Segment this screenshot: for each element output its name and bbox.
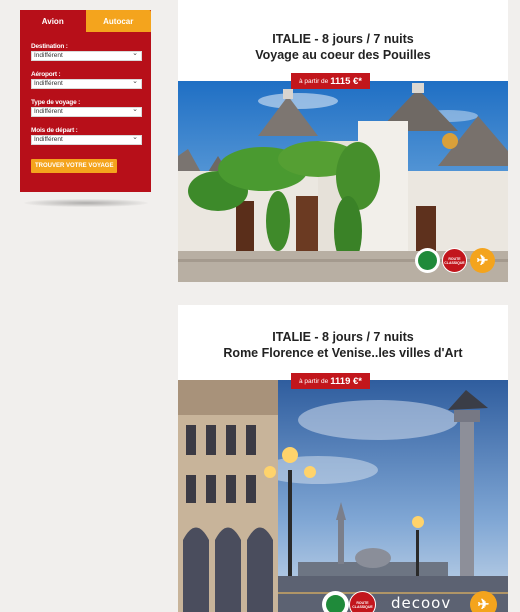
offer-card-pouilles[interactable]: ITALIE - 8 jours / 7 nuits Voyage au coe… [178,0,508,282]
offer-title-line2: Rome Florence et Venise..les villes d'Ar… [223,346,463,360]
trip-type-select[interactable]: Indifférent ⌄ [31,106,142,117]
transport-tabs: Avion Autocar [20,10,151,32]
tab-avion[interactable]: Avion [20,10,86,32]
price-badge: à partir de 1119 €* [291,373,370,389]
departure-month-value: Indifférent [34,136,63,143]
trip-type-value: Indifférent [34,108,63,115]
price-value: 1115 €* [330,75,362,87]
airport-select[interactable]: Indifférent ⌄ [31,78,142,89]
chevron-down-icon: ⌄ [132,106,138,113]
departure-month-select[interactable]: Indifférent ⌄ [31,134,142,145]
brand-logo: decoov [391,594,452,612]
route-classique-icon: ROUTE CLASSIQUE [442,248,467,273]
price-prefix: à partir de [299,77,329,85]
plane-icon: ✈ [470,591,497,612]
tab-autocar[interactable]: Autocar [85,10,151,32]
price-prefix: à partir de [299,377,329,385]
offer-title-line2: Voyage au coeur des Pouilles [255,48,431,62]
destination-value: Indifférent [34,52,63,59]
offer-title[interactable]: ITALIE - 8 jours / 7 nuits Rome Florence… [178,305,508,361]
airport-value: Indifférent [34,80,63,87]
widget-shadow [24,199,148,207]
search-form: Destination : Indifférent ⌄ Aéroport : I… [20,32,151,173]
offer-photo-venice[interactable] [178,380,508,612]
departure-month-label: Mois de départ : [31,127,78,134]
offer-card-villes-art[interactable]: ITALIE - 8 jours / 7 nuits Rome Florence… [178,305,508,612]
plane-icon: ✈ [470,248,495,273]
guide-icon [322,591,349,612]
search-widget: Avion Autocar Destination : Indifférent … [20,10,151,192]
offer-title[interactable]: ITALIE - 8 jours / 7 nuits Voyage au coe… [178,0,508,63]
price-badge: à partir de 1115 €* [291,73,370,89]
offer-title-line1: ITALIE - 8 jours / 7 nuits [272,32,414,46]
guide-icon [415,248,440,273]
chevron-down-icon: ⌄ [132,50,138,57]
find-trip-button[interactable]: TROUVER VOTRE VOYAGE [31,159,118,173]
offer-title-line1: ITALIE - 8 jours / 7 nuits [272,330,414,344]
trip-type-label: Type de voyage : [31,99,81,106]
destination-select[interactable]: Indifférent ⌄ [31,50,142,61]
chevron-down-icon: ⌄ [132,78,138,85]
chevron-down-icon: ⌄ [132,134,138,141]
route-classique-icon: ROUTE CLASSIQUE [349,591,376,612]
destination-label: Destination : [31,43,68,50]
airport-label: Aéroport : [31,71,61,78]
price-value: 1119 €* [330,375,362,387]
